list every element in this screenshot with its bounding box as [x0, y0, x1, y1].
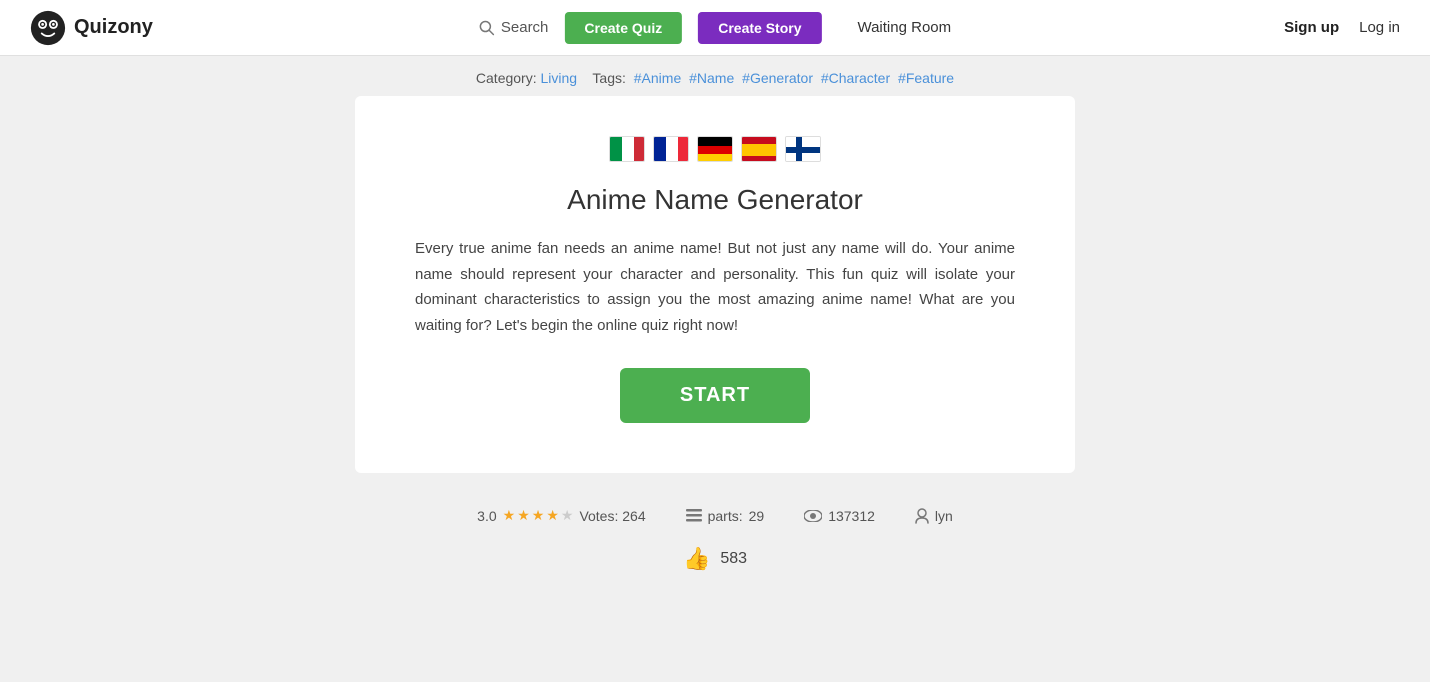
votes-label: Votes: 264: [579, 508, 645, 524]
login-button[interactable]: Log in: [1359, 19, 1400, 36]
quiz-description: Every true anime fan needs an anime name…: [415, 236, 1015, 338]
tags-prefix: Tags:: [592, 70, 625, 86]
thumbs-up-icon[interactable]: 👍: [683, 546, 710, 572]
quiz-card: Anime Name Generator Every true anime fa…: [355, 96, 1075, 473]
tag-feature[interactable]: #Feature: [898, 70, 954, 86]
tag-anime[interactable]: #Anime: [634, 70, 681, 86]
stats-bar: 3.0 ★ ★ ★ ★ ★ Votes: 264 parts: 29 13731…: [0, 493, 1430, 534]
tag-generator[interactable]: #Generator: [742, 70, 813, 86]
logo-text: Quizony: [74, 16, 153, 39]
author-stat: lyn: [915, 508, 953, 524]
search-icon: [479, 20, 495, 36]
views-count: 137312: [828, 508, 875, 524]
parts-label: parts:: [708, 508, 743, 524]
author-name: lyn: [935, 508, 953, 524]
flag-finland: [785, 136, 821, 162]
tag-name[interactable]: #Name: [689, 70, 734, 86]
category-link[interactable]: Living: [541, 70, 578, 86]
flag-italy: [609, 136, 645, 162]
parts-stat: parts: 29: [686, 508, 765, 524]
rating-stat: 3.0 ★ ★ ★ ★ ★ Votes: 264: [477, 507, 645, 524]
star-1: ★: [503, 507, 516, 524]
signup-button[interactable]: Sign up: [1284, 19, 1339, 36]
parts-count: 29: [749, 508, 765, 524]
main-container: Anime Name Generator Every true anime fa…: [0, 96, 1430, 493]
author-icon: [915, 508, 929, 524]
navbar: Quizony Search Create Quiz Create Story …: [0, 0, 1430, 56]
nav-center: Search Create Quiz Create Story Waiting …: [479, 12, 951, 44]
category-bar: Category: Living Tags: #Anime #Name #Gen…: [0, 56, 1430, 96]
star-3: ★: [532, 507, 545, 524]
star-2: ★: [517, 507, 530, 524]
create-story-button[interactable]: Create Story: [698, 12, 821, 44]
views-stat: 137312: [804, 508, 875, 524]
flag-spain: [741, 136, 777, 162]
parts-icon: [686, 509, 702, 523]
rating-value: 3.0: [477, 508, 496, 524]
flags-row: [415, 136, 1015, 162]
waiting-room-link[interactable]: Waiting Room: [857, 19, 951, 36]
start-button[interactable]: START: [620, 368, 810, 423]
stars-row: ★ ★ ★ ★ ★: [503, 507, 574, 524]
flag-germany: [697, 136, 733, 162]
logo-link[interactable]: Quizony: [30, 10, 153, 46]
views-icon: [804, 510, 822, 522]
category-prefix: Category:: [476, 70, 537, 86]
create-quiz-button[interactable]: Create Quiz: [564, 12, 682, 44]
likes-count: 583: [720, 550, 747, 568]
tag-character[interactable]: #Character: [821, 70, 890, 86]
search-label: Search: [501, 19, 549, 36]
quiz-title: Anime Name Generator: [415, 184, 1015, 216]
flag-france: [653, 136, 689, 162]
star-5: ★: [561, 507, 574, 524]
search-area[interactable]: Search: [479, 19, 549, 36]
nav-right: Sign up Log in: [1284, 19, 1400, 36]
star-4: ★: [546, 507, 559, 524]
logo-icon: [30, 10, 66, 46]
likes-bar: 👍 583: [0, 534, 1430, 588]
